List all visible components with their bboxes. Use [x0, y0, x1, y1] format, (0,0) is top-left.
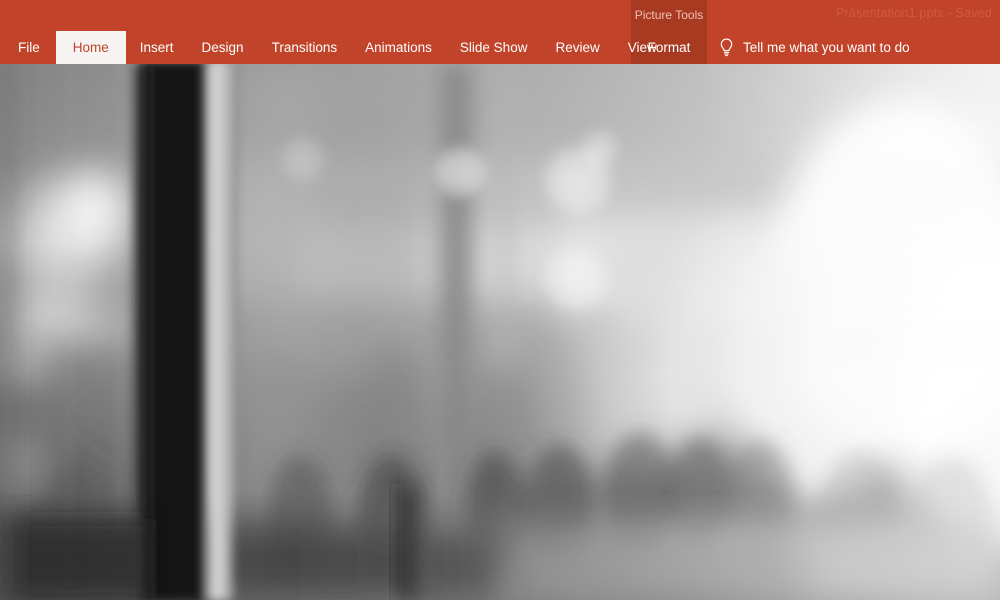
- slide-canvas[interactable]: [0, 64, 1000, 600]
- document-title: Präsentation1.pptx - Saved: [836, 6, 992, 20]
- tab-design[interactable]: Design: [188, 31, 258, 64]
- lightbulb-icon: [720, 38, 733, 57]
- contextual-tab-group-title: Picture Tools: [634, 8, 704, 22]
- tell-me-label: Tell me what you want to do: [743, 40, 910, 55]
- powerpoint-window: Präsentation1.pptx - Saved Picture Tools…: [0, 0, 1000, 600]
- tab-animations[interactable]: Animations: [351, 31, 446, 64]
- tab-review[interactable]: Review: [541, 31, 613, 64]
- ribbon: Präsentation1.pptx - Saved Picture Tools…: [0, 0, 1000, 64]
- slide-picture[interactable]: [0, 64, 1000, 600]
- ribbon-tab-strip: File Home Insert Design Transitions Anim…: [0, 31, 671, 64]
- tab-transitions[interactable]: Transitions: [258, 31, 352, 64]
- tab-insert[interactable]: Insert: [126, 31, 188, 64]
- blurred-crowd-photograph: [0, 64, 1000, 600]
- tell-me-search[interactable]: Tell me what you want to do: [719, 31, 910, 64]
- tab-view[interactable]: View: [614, 31, 671, 64]
- tab-file[interactable]: File: [0, 31, 56, 64]
- tab-home[interactable]: Home: [55, 31, 126, 64]
- tab-slide-show[interactable]: Slide Show: [446, 31, 542, 64]
